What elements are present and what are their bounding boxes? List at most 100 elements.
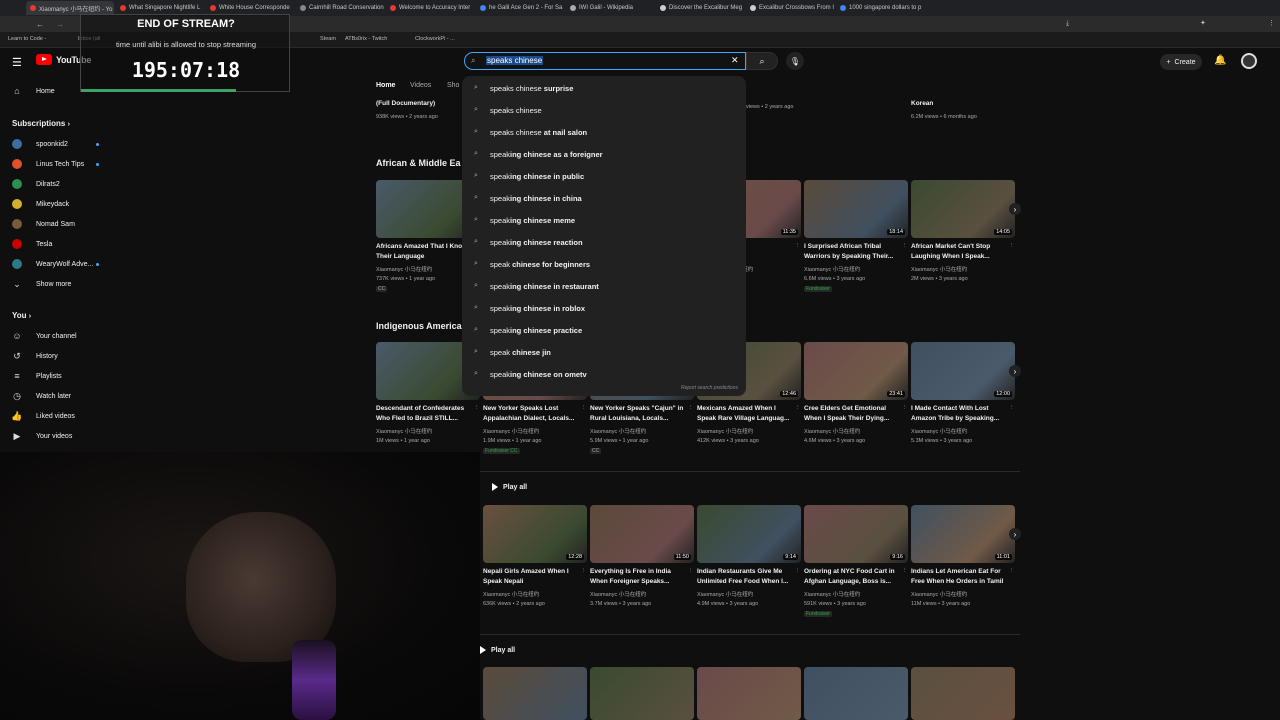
more-options-icon[interactable]: ⋮ <box>1009 567 1015 576</box>
video-title-line2[interactable]: Amazon Tribe by Speaking... <box>911 414 1011 424</box>
avatar[interactable] <box>1241 53 1257 69</box>
sidebar-subscription[interactable]: Tesla <box>12 239 52 249</box>
video-title[interactable]: Cree Elders Get Emotional <box>804 404 904 414</box>
search-suggestion[interactable]: ⌕ speaking chinese reaction <box>474 235 583 249</box>
video-thumbnail[interactable] <box>590 667 694 720</box>
search-suggestion[interactable]: ⌕ speaks chinese at nail salon <box>474 125 587 139</box>
scroll-right-arrow[interactable]: › <box>1009 203 1021 215</box>
search-suggestion[interactable]: ⌕ speaking chinese on ometv <box>474 367 587 381</box>
video-title[interactable]: African Market Can't Stop <box>911 242 1011 252</box>
browser-tab[interactable]: Excalibur Crossbows From I <box>746 1 834 15</box>
sidebar-subscription[interactable]: Dilrats2 <box>12 179 60 189</box>
bookmark-item[interactable]: Steam <box>320 36 336 42</box>
video-channel[interactable]: Xiaomanyc 小马在纽约 <box>804 591 904 600</box>
search-suggestion[interactable]: ⌕ speak chinese jin <box>474 345 551 359</box>
sidebar-subscription[interactable]: Nomad Sam <box>12 219 75 229</box>
video-title[interactable]: Descendant of Confederates <box>376 404 476 414</box>
video-thumbnail[interactable]: 9:14 <box>697 505 801 563</box>
video-title-line2[interactable]: Warriors by Speaking Their... <box>804 252 904 262</box>
search-suggestion[interactable]: ⌕ speaking chinese practice <box>474 323 582 337</box>
more-options-icon[interactable]: ⋮ <box>795 242 801 251</box>
sidebar-subscription[interactable]: Mikeydack <box>12 199 69 209</box>
video-title[interactable]: New Yorker Speaks "Cajun" in <box>590 404 690 414</box>
video-title-line2[interactable]: Appalachian Dialect, Locals... <box>483 414 583 424</box>
back-icon[interactable]: ← <box>36 20 44 29</box>
search-box[interactable]: ⌕ speaks chinese ✕ <box>464 52 746 70</box>
more-options-icon[interactable]: ⋮ <box>1009 242 1015 251</box>
search-suggestion[interactable]: ⌕ speaks chinese surprise <box>474 81 573 95</box>
you-heading[interactable]: You › <box>12 311 31 320</box>
tab-home[interactable]: Home <box>376 82 395 89</box>
extensions-icon[interactable]: ✦ <box>1200 19 1206 27</box>
report-predictions-link[interactable]: Report search predictions <box>681 385 738 391</box>
tab-videos[interactable]: Videos <box>410 82 431 89</box>
video-title[interactable]: Africans Amazed That I Kno <box>376 242 476 252</box>
sidebar-item-home[interactable]: ⌂ Home <box>12 86 54 96</box>
more-options-icon[interactable]: ⋮ <box>902 404 908 413</box>
more-options-icon[interactable]: ⋮ <box>688 404 694 413</box>
search-suggestion[interactable]: ⌕ speaking chinese as a foreigner <box>474 147 603 161</box>
sidebar-subscription[interactable]: spoonkid2 <box>12 139 68 149</box>
clear-search-icon[interactable]: ✕ <box>731 55 739 66</box>
sidebar-item-history[interactable]: ↺ History <box>12 351 58 361</box>
more-options-icon[interactable]: ⋮ <box>581 404 587 413</box>
video-title[interactable]: Korean <box>911 99 1011 109</box>
browser-tab[interactable]: Welcome to Accuracy Inter <box>386 1 474 15</box>
browser-tab[interactable]: he Galil Ace Gen 2 - For Sa <box>476 1 564 15</box>
video-channel[interactable]: Xiaomanyc 小马在纽约 <box>483 428 583 437</box>
video-thumbnail[interactable]: 14:05 <box>911 180 1015 238</box>
search-suggestion[interactable]: ⌕ speaking chinese in roblox <box>474 301 585 315</box>
video-thumbnail[interactable]: 11:50 <box>590 505 694 563</box>
search-suggestion[interactable]: ⌕ speaking chinese meme <box>474 213 575 227</box>
video-title-line2[interactable]: When Foreigner Speaks... <box>590 577 690 587</box>
video-title-line2[interactable]: Their Language <box>376 252 476 262</box>
video-thumbnail[interactable]: 12:28 <box>483 505 587 563</box>
search-suggestion[interactable]: ⌕ speaks chinese <box>474 103 542 117</box>
tab-shorts[interactable]: Sho <box>447 82 459 89</box>
video-title-line2[interactable]: Speak Rare Village Languag... <box>697 414 797 424</box>
search-suggestion[interactable]: ⌕ speak chinese for beginners <box>474 257 590 271</box>
video-title[interactable]: Ordering at NYC Food Cart in <box>804 567 904 577</box>
browser-tab[interactable]: What Singapore Nightlife L <box>116 1 204 15</box>
video-thumbnail[interactable]: 12:00 <box>911 342 1015 400</box>
video-title[interactable]: Indians Let American Eat For <box>911 567 1011 577</box>
video-channel[interactable]: Xiaomanyc 小马在纽约 <box>911 428 1011 437</box>
video-title-line2[interactable]: When I Speak Their Dying... <box>804 414 904 424</box>
video-thumbnail[interactable]: 9:16 <box>804 505 908 563</box>
show-more-button[interactable]: ⌄ Show more <box>12 279 71 289</box>
sidebar-subscription[interactable]: WearyWolf Adve... <box>12 259 93 269</box>
more-options-icon[interactable]: ⋮ <box>902 567 908 576</box>
video-title[interactable]: Indian Restaurants Give Me <box>697 567 797 577</box>
video-title[interactable]: New Yorker Speaks Lost <box>483 404 583 414</box>
video-channel[interactable]: Xiaomanyc 小马在纽约 <box>376 428 476 437</box>
section-title-african[interactable]: African & Middle Ea <box>376 158 461 168</box>
bookmark-item[interactable]: ClockworkPi - ... <box>415 36 455 42</box>
video-channel[interactable]: Xiaomanyc 小马在纽约 <box>376 266 476 275</box>
video-title[interactable]: (Full Documentary) <box>376 99 476 109</box>
video-thumbnail[interactable] <box>804 667 908 720</box>
section-title-indigenous[interactable]: Indigenous America <box>376 321 462 331</box>
download-icon[interactable]: ⤓ <box>1066 20 1069 28</box>
more-options-icon[interactable]: ⋮ <box>688 567 694 576</box>
more-options-icon[interactable]: ⋮ <box>581 567 587 576</box>
video-title[interactable]: I Made Contact With Lost <box>911 404 1011 414</box>
search-suggestion[interactable]: ⌕ speaking chinese in china <box>474 191 582 205</box>
video-title-line2[interactable]: Unlimited Free Food When I... <box>697 577 797 587</box>
video-channel[interactable]: Xiaomanyc 小马在纽约 <box>697 428 797 437</box>
video-thumbnail[interactable]: 11:01 <box>911 505 1015 563</box>
more-options-icon[interactable]: ⋮ <box>795 404 801 413</box>
more-options-icon[interactable]: ⋮ <box>474 404 480 413</box>
play-all-button[interactable]: Play all <box>480 646 515 654</box>
browser-tab[interactable]: Xiaomanyc 小马在纽约 - Yo <box>26 1 114 15</box>
subscriptions-heading[interactable]: Subscriptions › <box>12 119 70 128</box>
video-title[interactable]: Mexicans Amazed When I <box>697 404 797 414</box>
video-thumbnail[interactable] <box>697 667 801 720</box>
video-title-line2[interactable]: Rural Louisiana, Locals... <box>590 414 690 424</box>
video-channel[interactable]: Xiaomanyc 小马在纽约 <box>483 591 583 600</box>
more-options-icon[interactable]: ⋮ <box>902 242 908 251</box>
search-suggestion[interactable]: ⌕ speaking chinese in restaurant <box>474 279 599 293</box>
more-options-icon[interactable]: ⋮ <box>795 567 801 576</box>
video-channel[interactable]: Xiaomanyc 小马在纽约 <box>911 591 1011 600</box>
sidebar-item-playlists[interactable]: ≡ Playlists <box>12 371 61 381</box>
video-title-line2[interactable]: Laughing When I Speak... <box>911 252 1011 262</box>
